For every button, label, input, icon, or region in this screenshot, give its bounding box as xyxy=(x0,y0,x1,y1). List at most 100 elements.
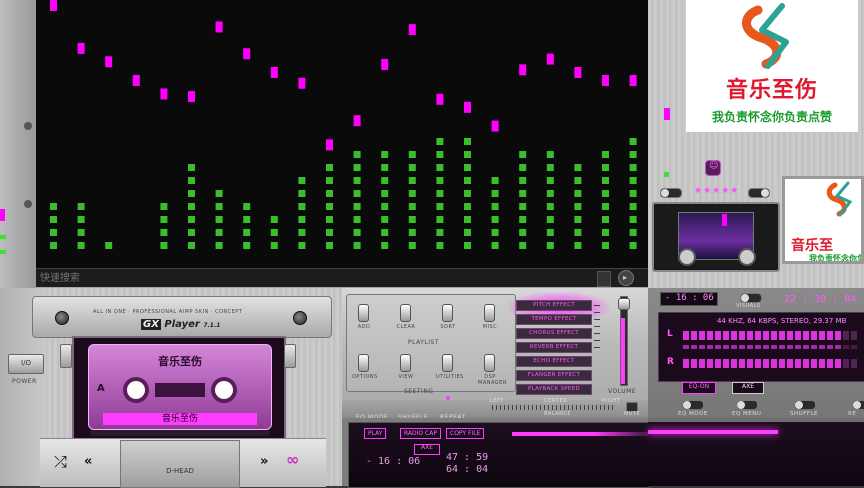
spectrum-bar-segment xyxy=(77,229,85,236)
axe-badge[interactable]: AXE xyxy=(732,382,764,394)
spectrum-bar-segment xyxy=(215,190,223,197)
search-go-button[interactable]: ▸ xyxy=(618,270,634,286)
spectrum-bar-segment xyxy=(160,203,168,210)
left-toggle[interactable] xyxy=(660,188,682,198)
spectrum-peak xyxy=(298,77,306,89)
search-input[interactable] xyxy=(38,271,598,286)
volume-knob[interactable] xyxy=(618,298,630,310)
spectrum-bar-segment xyxy=(574,190,582,197)
thumbnail-card[interactable]: 音乐至 我负责怀念你负 xyxy=(782,176,864,264)
spectrum-bar-segment xyxy=(464,138,471,145)
control-label: OPTIONS xyxy=(352,374,378,380)
control-switch-options[interactable] xyxy=(358,354,369,372)
mini-peak-marker xyxy=(722,214,727,226)
spectrum-bar-segment xyxy=(629,229,637,236)
toggle-knob xyxy=(795,401,803,409)
prev-icon[interactable]: « xyxy=(84,454,92,469)
spectrum-bar-segment xyxy=(298,177,306,184)
eq-on-badge[interactable]: EQ-ON xyxy=(682,382,716,394)
spectrum-bar-segment xyxy=(243,242,251,249)
mode-toggle-eq-menu[interactable] xyxy=(736,400,758,410)
mode-toggle-eq-mode[interactable] xyxy=(682,400,704,410)
effect-pitch-effect[interactable]: PITCH EFFECT xyxy=(516,300,592,311)
spectrum-bar-segment xyxy=(574,242,582,249)
level-meter-segment xyxy=(771,359,777,368)
effect-playback-speed[interactable]: PLAYBACK SPEED xyxy=(516,384,592,395)
spectrum-bar-segment xyxy=(629,242,637,249)
power-button[interactable]: I/O xyxy=(8,354,44,374)
mute-label: MUTE xyxy=(624,411,641,417)
effect-tick xyxy=(594,347,600,348)
lower-button-copy-file[interactable]: COPY FILE xyxy=(446,428,485,439)
rating-badge[interactable]: ☺ xyxy=(705,160,721,176)
effect-echo-effect[interactable]: ECHO EFFECT xyxy=(516,356,592,367)
spectrum-bar-segment xyxy=(270,229,278,236)
level-meter-segment xyxy=(707,359,713,368)
mode-toggle-re[interactable] xyxy=(852,400,864,410)
level-meter-segment xyxy=(851,359,857,368)
control-switch-misc[interactable] xyxy=(484,304,495,322)
spectrum-bar-segment xyxy=(243,203,251,210)
lower-button-radio-cap[interactable]: RADIO CAP xyxy=(400,428,441,439)
next-icon[interactable]: » xyxy=(260,454,268,469)
spectrum-bar-segment xyxy=(464,216,471,223)
level-meter-segment xyxy=(691,331,697,340)
level-meter-segment xyxy=(691,359,697,368)
level-meter-segment xyxy=(827,331,833,340)
effect-tempo-effect[interactable]: TEMPO EFFECT xyxy=(516,314,592,325)
control-label: UTILITIES xyxy=(436,374,464,380)
level-meter-segment xyxy=(843,359,849,368)
spectrum-peak xyxy=(464,101,471,113)
control-switch-view[interactable] xyxy=(400,354,411,372)
spectrum-bar-segment xyxy=(381,164,389,171)
eject-tab-left[interactable] xyxy=(60,344,72,368)
play-small-icon: ▸ xyxy=(623,273,628,282)
tape-head-area: D-HEAD xyxy=(120,440,240,488)
spectrum-bar-segment xyxy=(602,216,609,223)
toggle-knob xyxy=(853,401,861,409)
spectrum-bar-segment xyxy=(353,216,361,223)
lower-right-accent xyxy=(648,430,778,434)
control-switch-utilities[interactable] xyxy=(442,354,453,372)
control-switch-add[interactable] xyxy=(358,304,369,322)
effect-flanger-effect[interactable]: FLANGER EFFECT xyxy=(516,370,592,381)
left-rail-dot xyxy=(24,122,32,130)
logo-card: 音乐至伤 我负责怀念你负责点赞 xyxy=(686,0,858,132)
spectrum-bar-segment xyxy=(519,216,527,223)
spectrum-bar-segment xyxy=(629,203,637,210)
spectrum-peak xyxy=(519,64,527,76)
control-switch-dsp-manager[interactable] xyxy=(484,354,495,372)
effect-chorus-effect[interactable]: CHORUS EFFECT xyxy=(516,328,592,339)
mode-toggle-shuffle[interactable] xyxy=(794,400,816,410)
right-toggle[interactable] xyxy=(748,188,770,198)
spectrum-bar-segment xyxy=(629,216,637,223)
lower-button-play[interactable]: PLAY xyxy=(364,428,387,439)
rating-stars[interactable]: ★★★★★ xyxy=(694,186,739,196)
control-switch-clear[interactable] xyxy=(400,304,411,322)
level-meter-segment xyxy=(787,345,793,349)
search-scroll-handle[interactable] xyxy=(597,271,611,287)
level-meter-segment xyxy=(691,345,697,349)
spectrum-bar-segment xyxy=(326,242,333,249)
repeat-icon[interactable]: ∞ xyxy=(286,450,299,469)
logo-title: 音乐至伤 xyxy=(725,78,818,103)
spectrum-bar-segment xyxy=(188,229,195,236)
balance-track[interactable] xyxy=(492,405,616,410)
visuals-toggle[interactable] xyxy=(740,293,762,303)
spectrum-bar-segment xyxy=(105,242,113,249)
spectrum-bar-segment xyxy=(353,177,361,184)
level-meter-segment xyxy=(803,359,809,368)
effect-reverb-effect[interactable]: REVERB EFFECT xyxy=(516,342,592,353)
spectrum-bar-segment xyxy=(602,203,609,210)
eject-tab-right[interactable] xyxy=(284,344,296,368)
lower-time-1: - 16 : 06 xyxy=(366,456,421,467)
toggle-knob xyxy=(683,401,691,409)
lower-progress[interactable] xyxy=(512,432,648,436)
shuffle-icon[interactable]: ⤮ xyxy=(54,452,67,472)
cassette-body[interactable]: 音乐至伤 A 音乐至伤 xyxy=(88,344,272,430)
control-switch-sort[interactable] xyxy=(442,304,453,322)
lower-axe-badge[interactable]: AXE xyxy=(414,444,440,455)
level-meter-segment xyxy=(835,345,841,349)
spectrum-bar-segment xyxy=(353,164,361,171)
spectrum-bar-segment xyxy=(215,242,223,249)
